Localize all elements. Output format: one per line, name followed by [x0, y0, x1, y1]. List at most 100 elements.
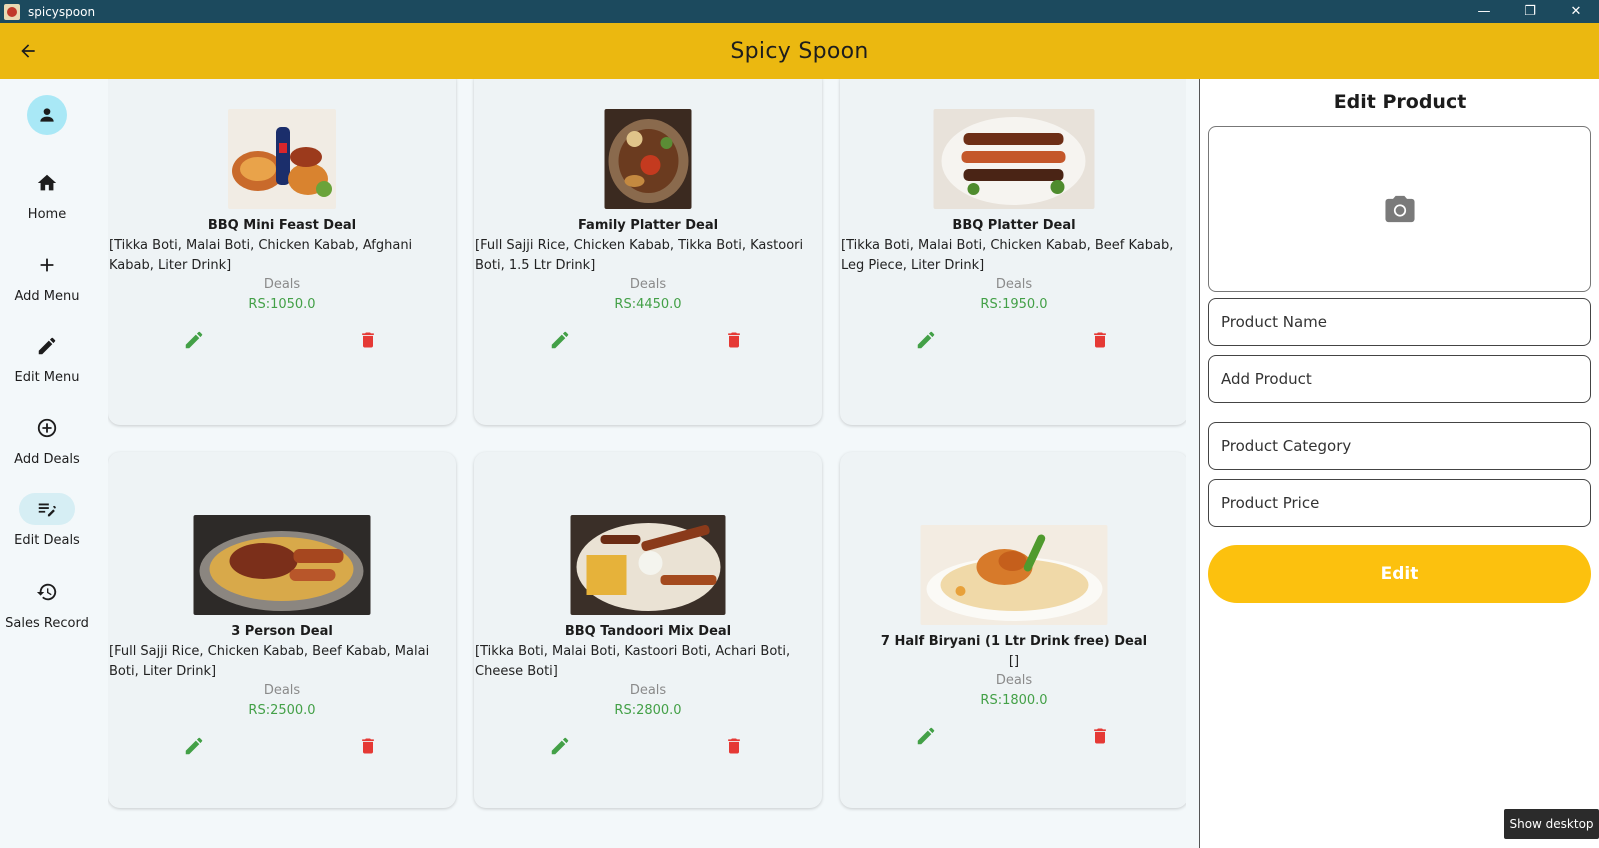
deal-price: RS:1050.0 — [248, 297, 316, 312]
history-icon — [36, 583, 57, 601]
deal-category: Deals — [995, 673, 1033, 688]
edit-deal-button[interactable] — [180, 732, 208, 760]
deal-name: BBQ Mini Feast Deal — [207, 218, 357, 233]
deal-description: [Tikka Boti, Malai Boti, Kastoori Boti, … — [475, 644, 791, 679]
deals-grid: BBQ Mini Feast Deal [Tikka Boti, Malai B… — [108, 79, 1186, 848]
deal-category: Deals — [995, 277, 1033, 292]
deal-description: [Full Sajji Rice, Chicken Kabab, Tikka B… — [475, 238, 804, 273]
edit-button[interactable]: Edit — [1208, 545, 1591, 603]
deal-price: RS:4450.0 — [614, 297, 682, 312]
window-title: spicyspoon — [28, 4, 96, 19]
rail-item-label: Add Deals — [14, 452, 80, 467]
pencil-icon — [917, 727, 935, 745]
pencil-icon — [38, 337, 56, 355]
trash-icon — [362, 332, 374, 348]
deal-price: RS:2500.0 — [248, 703, 316, 718]
delete-deal-button[interactable] — [354, 326, 382, 354]
rail-item-label: Edit Menu — [14, 370, 80, 385]
app-logo-icon — [4, 3, 20, 20]
pencil-icon — [185, 737, 203, 755]
deal-card: 7 Half Biryani (1 Ltr Drink free) Deal [… — [840, 452, 1186, 808]
deal-name: 7 Half Biryani (1 Ltr Drink free) Deal — [880, 634, 1148, 649]
restore-button[interactable]: ❐ — [1507, 0, 1553, 23]
product-name-field[interactable]: Product Name — [1208, 298, 1591, 346]
person-icon — [40, 108, 54, 122]
trash-icon — [362, 738, 374, 754]
edit-product-panel: Edit Product Product Name Add Product Pr… — [1199, 79, 1599, 848]
trash-icon — [1094, 332, 1106, 348]
pencil-icon — [551, 737, 569, 755]
trash-icon — [728, 332, 740, 348]
avatar[interactable] — [27, 95, 67, 135]
rail-item-home[interactable]: Home — [0, 167, 94, 222]
window-titlebar: spicyspoon — ❐ ✕ — [0, 0, 1599, 23]
deal-image — [570, 515, 726, 615]
deal-category: Deals — [629, 683, 667, 698]
image-picker[interactable] — [1208, 126, 1591, 292]
deal-name: 3 Person Deal — [231, 624, 333, 639]
deal-description: [Full Sajji Rice, Chicken Kabab, Beef Ka… — [109, 644, 430, 679]
app-bar: Spicy Spoon — [0, 23, 1599, 79]
rail-item-add-menu[interactable]: Add Menu — [0, 249, 94, 304]
rail-item-label: Home — [27, 207, 67, 222]
deal-description: [Tikka Boti, Malai Boti, Chicken Kabab, … — [841, 238, 1174, 273]
deal-image — [193, 515, 371, 615]
rail-item-sales-record[interactable]: Sales Record — [0, 576, 94, 631]
rail-item-label: Sales Record — [5, 616, 89, 631]
deal-description: [Tikka Boti, Malai Boti, Chicken Kabab, … — [109, 238, 413, 273]
deal-image — [933, 109, 1095, 209]
deal-name: Family Platter Deal — [577, 218, 719, 233]
delete-deal-button[interactable] — [354, 732, 382, 760]
deal-price: RS:1950.0 — [980, 297, 1048, 312]
deal-category: Deals — [629, 277, 667, 292]
deal-image — [920, 525, 1108, 625]
deal-name: BBQ Platter Deal — [952, 218, 1076, 233]
deal-card: BBQ Mini Feast Deal [Tikka Boti, Malai B… — [108, 79, 456, 425]
rail-item-label: Add Menu — [14, 289, 80, 304]
add-circle-icon — [37, 418, 57, 438]
trash-icon — [728, 738, 740, 754]
deal-card: Family Platter Deal [Full Sajji Rice, Ch… — [474, 79, 822, 425]
back-arrow-icon[interactable] — [14, 37, 42, 65]
edit-deal-button[interactable] — [546, 326, 574, 354]
delete-deal-button[interactable] — [1086, 326, 1114, 354]
deal-category: Deals — [263, 277, 301, 292]
edit-deal-button[interactable] — [546, 732, 574, 760]
edit-deal-button[interactable] — [180, 326, 208, 354]
rail-item-label: Edit Deals — [14, 533, 80, 548]
rail-item-add-deals[interactable]: Add Deals — [0, 412, 94, 467]
deal-price: RS:1800.0 — [980, 693, 1048, 708]
home-icon — [37, 174, 57, 191]
pencil-icon — [917, 331, 935, 349]
delete-deal-button[interactable] — [1086, 722, 1114, 750]
edit-note-icon — [38, 503, 56, 517]
deal-name: BBQ Tandoori Mix Deal — [564, 624, 732, 639]
deal-price: RS:2800.0 — [614, 703, 682, 718]
product-category-field[interactable]: Product Category — [1208, 422, 1591, 470]
page-title: Spicy Spoon — [730, 38, 869, 64]
delete-deal-button[interactable] — [720, 326, 748, 354]
deal-image — [604, 109, 692, 209]
minimize-button[interactable]: — — [1461, 0, 1507, 23]
deal-category: Deals — [263, 683, 301, 698]
pencil-icon — [185, 331, 203, 349]
panel-title: Edit Product — [1333, 91, 1467, 113]
edit-deal-button[interactable] — [912, 326, 940, 354]
product-price-field[interactable]: Product Price — [1208, 479, 1591, 527]
camera-icon — [1384, 195, 1415, 223]
show-desktop-tooltip: Show desktop — [1504, 809, 1599, 839]
deal-description: [] — [1008, 654, 1020, 669]
navigation-rail: Home Add Menu Edit Menu Add Deals Edit D… — [0, 79, 94, 848]
close-button[interactable]: ✕ — [1553, 0, 1599, 23]
rail-item-edit-menu[interactable]: Edit Menu — [0, 330, 94, 385]
trash-icon — [1094, 728, 1106, 744]
deal-image — [228, 109, 336, 209]
edit-deal-button[interactable] — [912, 722, 940, 750]
deal-card: BBQ Tandoori Mix Deal [Tikka Boti, Malai… — [474, 452, 822, 808]
deal-card: 3 Person Deal [Full Sajji Rice, Chicken … — [108, 452, 456, 808]
delete-deal-button[interactable] — [720, 732, 748, 760]
pencil-icon — [551, 331, 569, 349]
add-product-field[interactable]: Add Product — [1208, 355, 1591, 403]
add-icon — [40, 258, 54, 272]
rail-item-edit-deals[interactable]: Edit Deals — [0, 493, 94, 548]
